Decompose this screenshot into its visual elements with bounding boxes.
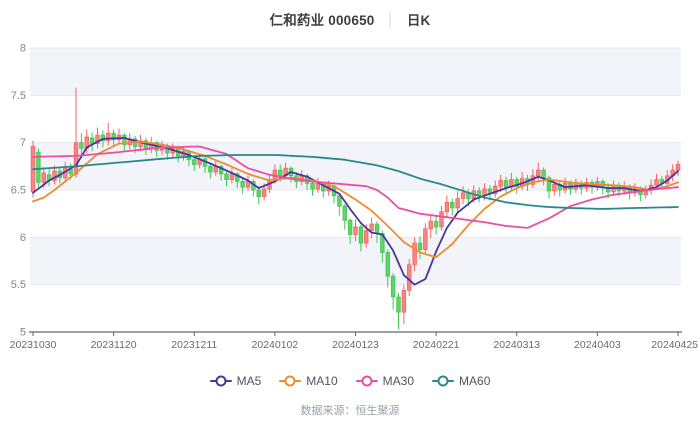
x-axis: 20231030 20231120 20231211 20240102 20240123… [10,331,698,351]
legend-marker-icon [279,375,302,387]
svg-text:20240123: 20240123 [332,339,379,351]
legend-item-ma10[interactable]: MA10 [279,374,338,388]
svg-text:20240102: 20240102 [252,339,299,351]
chart-period-label[interactable]: 日K [407,9,431,29]
legend-marker-icon [209,375,232,387]
legend-item-label: MA5 [236,374,262,388]
svg-text:20231211: 20231211 [171,339,217,351]
chart-title: 仁和药业 000650 [269,13,375,28]
svg-text:20240403: 20240403 [574,339,621,351]
chart-header: 仁和药业 000650 │ 日K [0,0,700,38]
svg-text:20231030: 20231030 [10,339,57,351]
legend-item-ma5[interactable]: MA5 [209,374,262,388]
stock-chart-widget: 仁和药业 000650 │ 日K 20231030 20231120 2023121… [0,0,700,425]
kline-chart[interactable]: 20231030 20231120 20231211 20240102 20240123… [0,38,700,358]
svg-text:20240425: 20240425 [651,339,698,351]
legend-item-label: MA60 [459,374,491,388]
svg-text:20231120: 20231120 [91,339,137,351]
title-separator: │ [386,11,395,27]
svg-text:8: 8 [20,43,26,55]
legend-item-label: MA10 [306,374,338,388]
svg-text:20240221: 20240221 [413,339,460,351]
svg-text:7: 7 [20,137,26,149]
legend-marker-icon [355,375,378,387]
kline-chart-canvas[interactable]: 20231030 20231120 20231211 20240102 20240123… [0,38,700,358]
chart-legend: MA5 MA10 MA30 MA60 [0,372,700,390]
svg-text:5.5: 5.5 [11,279,26,291]
legend-marker-icon [432,375,455,387]
legend-item-ma60[interactable]: MA60 [432,374,490,388]
legend-item-label: MA30 [382,374,415,388]
svg-text:6: 6 [20,232,26,244]
svg-text:6.5: 6.5 [11,185,26,197]
legend-item-ma30[interactable]: MA30 [355,374,415,388]
y-axis: 5 5.5 6 6.5 7 7.5 8 [11,43,26,339]
plot-background [30,47,681,286]
data-source: 数据来源：恒生聚源 [300,405,400,417]
svg-text:7.5: 7.5 [11,90,26,102]
svg-text:20240313: 20240313 [493,339,540,351]
svg-text:5: 5 [20,327,26,339]
